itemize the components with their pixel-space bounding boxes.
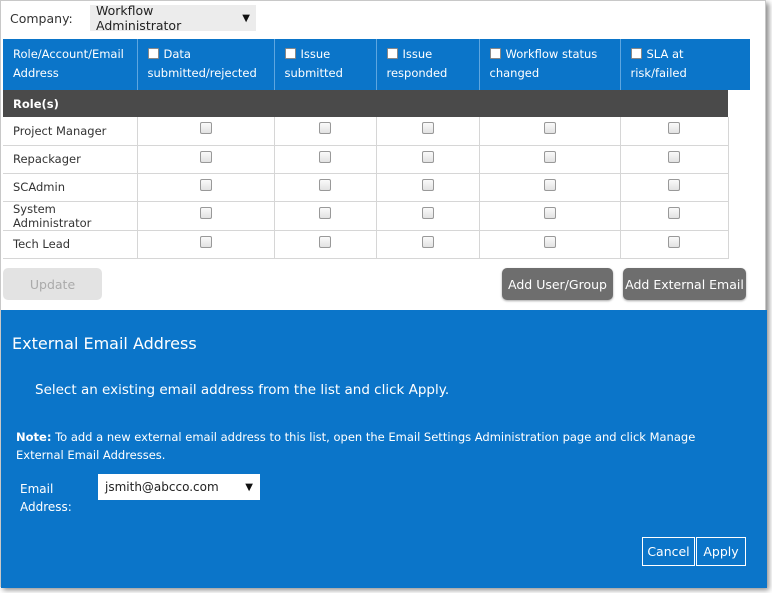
dropdown-arrow-icon: ▼ <box>245 481 253 493</box>
notification-checkbox[interactable] <box>543 122 556 135</box>
add-external-email-button[interactable]: Add External Email <box>623 268 746 300</box>
table-row: Repackager <box>3 145 729 174</box>
table-header-filler <box>728 39 750 90</box>
column-header-role: Role/Account/Email Address <box>3 39 138 90</box>
table-row: System Administrator <box>3 201 729 231</box>
note-text: To add a new external email address to t… <box>16 430 696 462</box>
notification-checkbox[interactable] <box>199 122 212 135</box>
update-button[interactable]: Update <box>3 268 102 300</box>
email-address-label: Email Address: <box>20 482 72 514</box>
notification-checkbox[interactable] <box>668 235 680 248</box>
notification-checkbox[interactable] <box>319 235 331 248</box>
notification-checkbox[interactable] <box>543 178 556 191</box>
company-label: Company: <box>10 10 73 26</box>
section-row-roles: Role(s) <box>3 90 728 117</box>
role-name: Tech Lead <box>3 230 138 259</box>
email-select-value: jsmith@abcco.com <box>105 480 219 494</box>
column-header-workflow-status: Workflow status changed <box>479 39 621 90</box>
add-user-group-button[interactable]: Add User/Group <box>502 268 613 300</box>
note-label: Note: <box>16 430 52 444</box>
notification-checkbox[interactable] <box>319 207 331 219</box>
dialog-title: External Email Address <box>12 334 197 353</box>
dialog-instruction: Select an existing email address from th… <box>35 382 450 398</box>
notification-checkbox[interactable] <box>319 122 331 135</box>
dropdown-arrow-icon: ▼ <box>242 12 250 24</box>
role-name: Project Manager <box>3 117 138 146</box>
column-header-data-submitted: Data submitted/rejected <box>137 39 275 90</box>
notification-checkbox[interactable] <box>319 150 331 163</box>
notification-checkbox[interactable] <box>543 235 556 248</box>
notification-checkbox[interactable] <box>421 122 434 135</box>
notification-checkbox[interactable] <box>199 207 212 219</box>
notification-checkbox[interactable] <box>421 178 434 191</box>
notification-table: Role/Account/Email Address Data submitte… <box>3 39 729 259</box>
table-row: SCAdmin <box>3 173 729 202</box>
notification-checkbox[interactable] <box>199 235 212 248</box>
role-name: System Administrator <box>3 201 138 231</box>
cancel-button[interactable]: Cancel <box>642 537 695 566</box>
notification-checkbox[interactable] <box>319 178 331 191</box>
role-name: Repackager <box>3 145 138 174</box>
notification-checkbox[interactable] <box>421 150 434 163</box>
notification-checkbox[interactable] <box>421 235 434 248</box>
notification-checkbox[interactable] <box>199 178 212 191</box>
table-row: Project Manager <box>3 117 729 146</box>
select-all-checkbox[interactable] <box>147 48 159 59</box>
table-row: Tech Lead <box>3 230 729 259</box>
select-all-checkbox[interactable] <box>630 48 642 59</box>
notification-checkbox[interactable] <box>668 178 680 191</box>
apply-button[interactable]: Apply <box>696 537 746 566</box>
dialog-note: Note: To add a new external email addres… <box>16 428 736 464</box>
notification-settings-window: Company: Workflow Administrator ▼ Role/A… <box>0 0 767 588</box>
external-email-dialog: External Email Address Select an existin… <box>1 310 767 588</box>
company-select-value: Workflow Administrator <box>96 3 182 33</box>
column-header-issue-responded: Issue responded <box>376 39 480 90</box>
notification-checkbox[interactable] <box>668 207 680 219</box>
select-all-checkbox[interactable] <box>386 48 398 59</box>
notification-checkbox[interactable] <box>421 207 434 219</box>
column-header-sla: SLA at risk/failed <box>620 39 728 90</box>
section-label: Role(s) <box>3 90 728 117</box>
email-address-select[interactable]: jsmith@abcco.com ▼ <box>98 474 260 500</box>
notification-checkbox[interactable] <box>543 150 556 163</box>
column-header-issue-submitted: Issue submitted <box>274 39 377 90</box>
select-all-checkbox[interactable] <box>489 48 501 59</box>
notification-checkbox[interactable] <box>199 150 212 163</box>
table-header-row: Role/Account/Email Address Data submitte… <box>3 39 728 90</box>
company-select[interactable]: Workflow Administrator ▼ <box>90 3 256 33</box>
company-row: Company: <box>10 5 73 31</box>
notification-checkbox[interactable] <box>668 150 680 163</box>
select-all-checkbox[interactable] <box>284 48 296 59</box>
notification-checkbox[interactable] <box>668 122 680 135</box>
notification-checkbox[interactable] <box>543 207 556 219</box>
role-name: SCAdmin <box>3 173 138 202</box>
